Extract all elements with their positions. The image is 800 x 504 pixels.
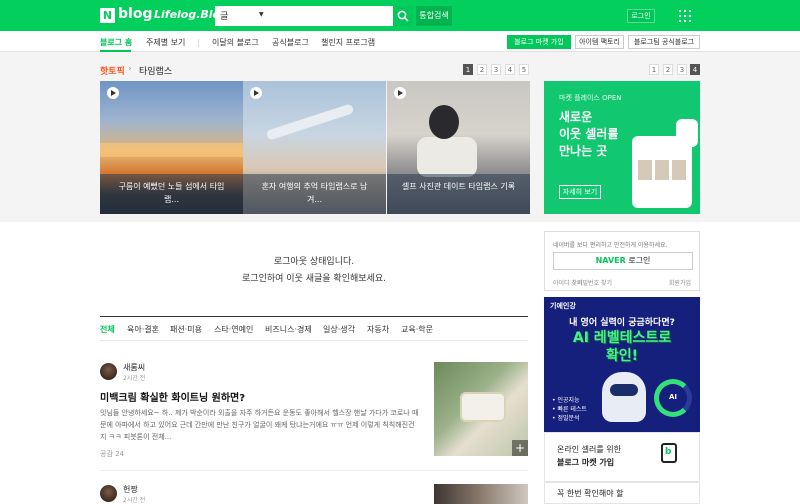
card-line: 블로그 마켓 가입 <box>557 458 615 467</box>
hot-topic-card[interactable]: 셀프 사진관 데이트 타임랩스 기록 <box>387 81 530 214</box>
blog-team-official-button[interactable]: 블로그팀 공식블로그 <box>628 35 700 49</box>
neighbor-feed-empty: 로그아웃 상태입니다. 로그인하여 이웃 새글을 확인해보세요. <box>100 222 528 312</box>
hot-topic-card[interactable]: 구름이 예뻤던 노들 섬에서 타임랩... <box>100 81 243 214</box>
category-daily[interactable]: 일상·생각 <box>323 324 355 335</box>
hot-page-1[interactable]: 1 <box>463 64 473 75</box>
nav-monthly-blog[interactable]: 이달의 블로그 <box>212 37 259 48</box>
ad-bullet: • 빠른 테스트 <box>552 406 587 413</box>
blog-market-join-card[interactable]: 온라인 셀러를 위한 블로그 마켓 가입 <box>544 432 700 482</box>
logout-message: 로그아웃 상태입니다. <box>273 257 355 267</box>
ad-page-3[interactable]: 3 <box>677 64 687 75</box>
info-card[interactable]: 꼭 한번 확인해야 할 <box>544 482 700 504</box>
card-image <box>100 143 243 157</box>
avatar[interactable] <box>100 485 117 502</box>
like-count[interactable]: 공감 24 <box>100 449 124 459</box>
post-author[interactable]: 새롬씨 <box>123 362 145 373</box>
category-car[interactable]: 자동차 <box>367 324 389 335</box>
ai-level-test-ad[interactable]: 기에인강 내 영어 실력이 궁금하다면? AI 레벨테스트로 확인! • 인공지… <box>544 297 700 432</box>
card-line: 꼭 한번 확인해야 할 <box>557 489 624 498</box>
naver-login-button[interactable]: NAVER 로그인 <box>553 252 693 270</box>
shopping-bag-icon <box>661 443 677 463</box>
chevron-right-icon: › <box>128 64 132 74</box>
post-title[interactable]: 미백크림 확실한 화이트닝 원하면? <box>100 389 245 404</box>
main-nav: 블로그 홈 주제별 보기 이달의 블로그 공식블로그 챌린지 프로그램 블로그 … <box>0 31 800 52</box>
category-parenting[interactable]: 육아·결혼 <box>127 324 159 335</box>
hot-topic-title[interactable]: 핫토픽 <box>100 64 125 77</box>
avatar[interactable] <box>100 363 117 380</box>
post-author[interactable]: 헌짱 <box>123 484 138 495</box>
ad-page-2[interactable]: 2 <box>663 64 673 75</box>
category-fashion[interactable]: 패션·미용 <box>170 324 202 335</box>
nav-official-blog[interactable]: 공식블로그 <box>272 37 309 48</box>
hot-topic-card[interactable]: 혼자 여행의 추억 타임랩스로 남겨... <box>243 81 386 214</box>
post-time: 2시간 전 <box>123 375 146 382</box>
hot-page-4[interactable]: 4 <box>505 64 515 75</box>
login-prompt: 로그인하여 이웃 새글을 확인해보세요. <box>242 274 386 284</box>
nav-divider <box>198 39 199 47</box>
card-image-person <box>429 105 459 139</box>
blog-logo[interactable]: blog <box>118 6 152 22</box>
category-business[interactable]: 비즈니스·경제 <box>265 324 312 335</box>
market-place-ad[interactable]: 마켓 플레이스 OPEN 새로운 이웃 셀러를 만나는 곳 자세히 보기 <box>544 81 700 214</box>
naver-logo[interactable]: N <box>100 8 115 23</box>
ad-page-4[interactable]: 4 <box>690 64 700 75</box>
phone-mockup <box>676 119 698 147</box>
total-search-button[interactable]: 통합검색 <box>416 6 452 26</box>
search-button[interactable] <box>393 6 413 26</box>
ad-tag: 마켓 플레이스 OPEN <box>559 94 622 102</box>
card-line: 온라인 셀러를 위한 <box>557 445 621 454</box>
search-input[interactable] <box>271 8 389 24</box>
card-image <box>265 103 355 141</box>
post-thumbnail[interactable] <box>434 484 528 504</box>
join-link[interactable]: 회원가입 <box>669 278 691 287</box>
hot-page-2[interactable]: 2 <box>477 64 487 75</box>
login-box: 네이버를 보다 편리하고 안전하게 이용하세요. NAVER 로그인 아이디 찾… <box>544 231 700 291</box>
apps-grid-icon[interactable] <box>679 10 691 22</box>
robot-icon <box>602 372 646 422</box>
category-celebrity[interactable]: 스타·연예인 <box>214 324 253 335</box>
chevron-down-icon[interactable]: ▼ <box>259 11 264 18</box>
ad-headline: AI 레벨테스트로 확인! <box>572 330 672 364</box>
ad-detail-button[interactable]: 자세히 보기 <box>559 185 601 199</box>
search-box: 글 ▼ <box>215 6 393 26</box>
find-password-link[interactable]: 비밀번호 찾기 <box>577 278 612 287</box>
ad-bullet: • 인공지능 <box>552 397 580 404</box>
category-all[interactable]: 전체 <box>100 324 115 335</box>
card-caption: 셀프 사진관 데이트 타임랩스 기록 <box>387 174 530 214</box>
card-image <box>417 137 477 177</box>
ai-ring-icon: AI <box>654 379 692 417</box>
ad-headline: 새로운 이웃 셀러를 만나는 곳 <box>559 110 619 158</box>
play-icon <box>250 87 262 99</box>
post-divider <box>100 470 528 471</box>
hot-topic-subtitle[interactable]: 타임랩스 <box>139 64 172 77</box>
ad-question: 내 영어 실력이 궁금하다면? <box>569 318 675 328</box>
play-icon <box>394 87 406 99</box>
plus-icon[interactable]: + <box>512 440 528 456</box>
category-education[interactable]: 교육·학문 <box>401 324 433 335</box>
card-caption: 구름이 예뻤던 노들 섬에서 타임랩... <box>100 174 243 214</box>
top-bar: N blog Lifelog.Blog. 글 ▼ 통합검색 로그인 <box>0 0 800 31</box>
item-factory-button[interactable]: 아이템 팩토리 <box>575 35 624 49</box>
nav-challenge-program[interactable]: 챌린지 프로그램 <box>321 37 375 48</box>
blog-market-join-button[interactable]: 블로그 마켓 가입 <box>507 35 571 49</box>
post-excerpt[interactable]: 잇님들 안녕하세요~ 하.. 제가 박순이라 외출을 자주 하거든요 운동도 좋… <box>100 407 420 443</box>
ad-bullet: • 정밀분석 <box>552 415 580 422</box>
card-caption: 혼자 여행의 추억 타임랩스로 남겨... <box>243 174 386 214</box>
login-box-message: 네이버를 보다 편리하고 안전하게 이용하세요. <box>553 242 668 249</box>
category-tabs: 전체 육아·결혼 패션·미용 스타·연예인 비즈니스·경제 일상·생각 자동차 … <box>100 316 528 341</box>
thumbnail-image <box>460 392 506 422</box>
login-button[interactable]: 로그인 <box>627 9 655 23</box>
search-icon <box>397 10 409 22</box>
play-icon <box>107 87 119 99</box>
ad-brand: 기에인강 <box>550 302 576 310</box>
post-thumbnail[interactable]: + <box>434 362 528 456</box>
search-type-select[interactable]: 글 <box>220 9 228 22</box>
hot-page-3[interactable]: 3 <box>491 64 501 75</box>
nav-topic-view[interactable]: 주제별 보기 <box>146 37 185 48</box>
hot-page-5[interactable]: 5 <box>519 64 529 75</box>
ad-page-1[interactable]: 1 <box>649 64 659 75</box>
nav-blog-home[interactable]: 블로그 홈 <box>100 37 132 48</box>
